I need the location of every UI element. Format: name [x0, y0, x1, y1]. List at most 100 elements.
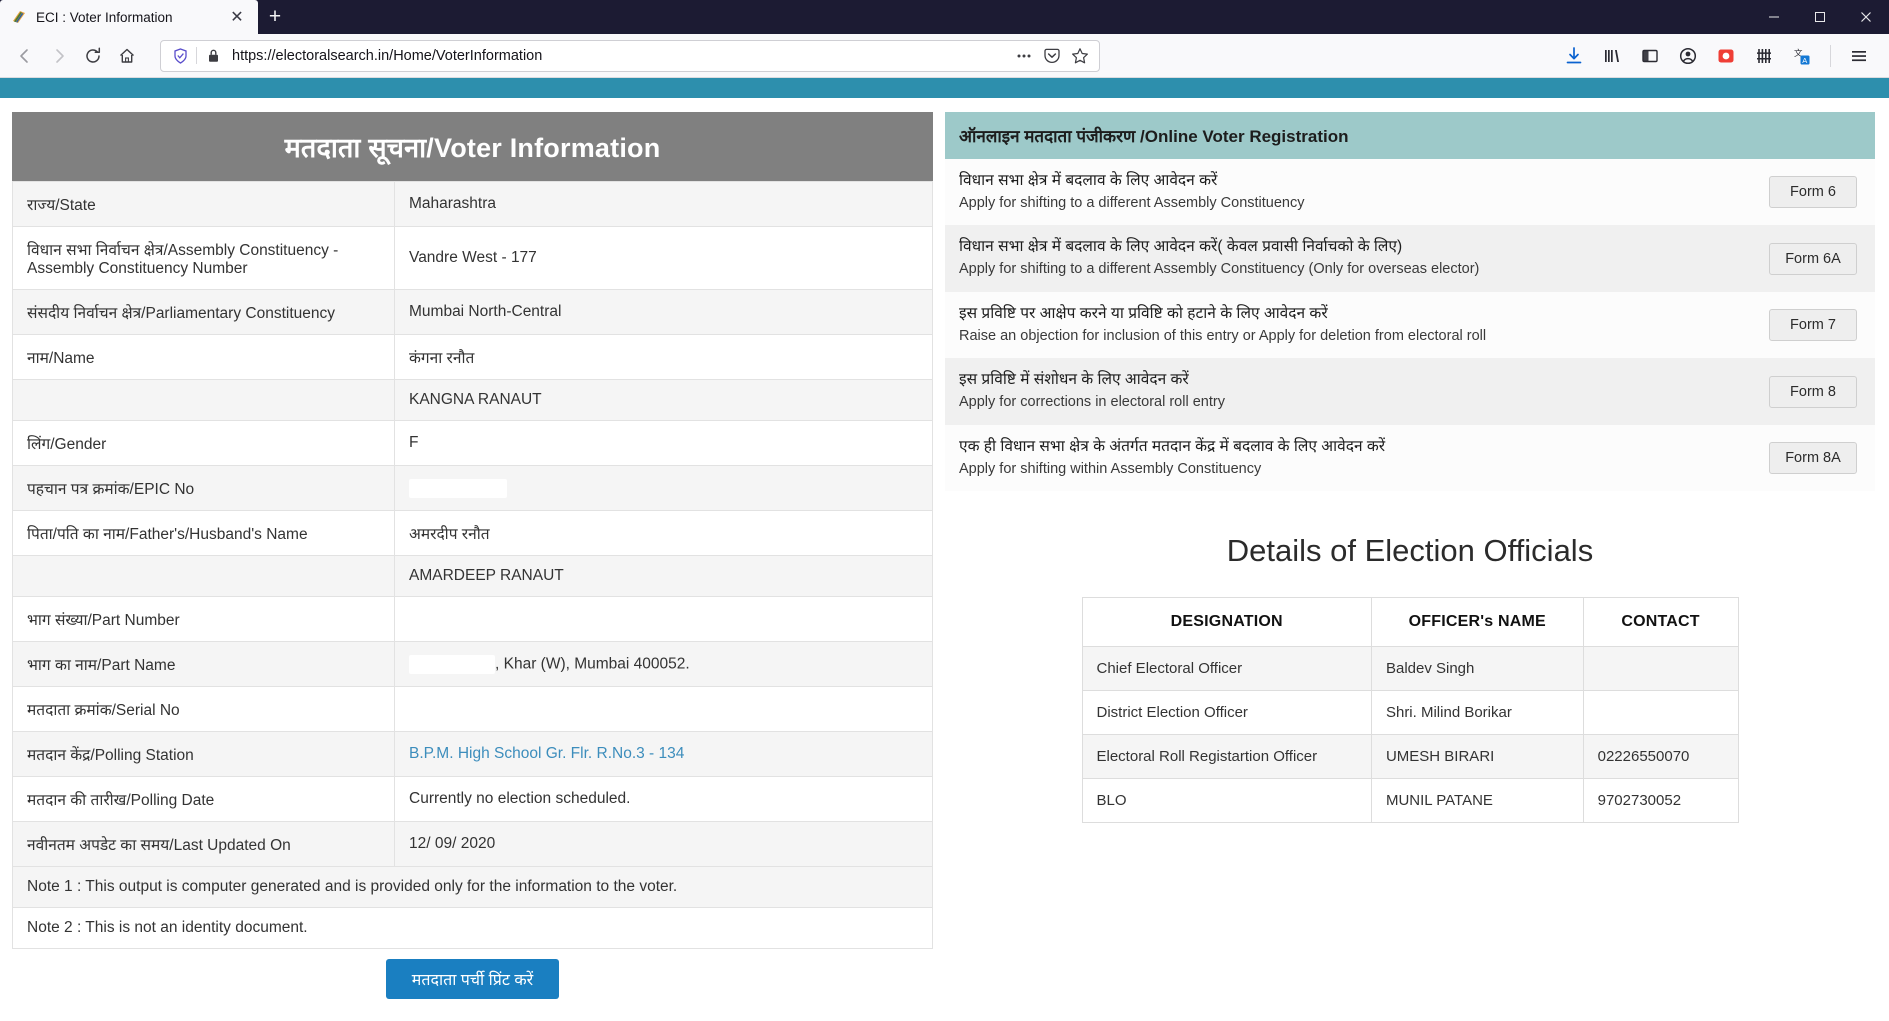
page-content: मतदाता सूचना/Voter Information राज्य/Sta…	[0, 78, 1889, 1021]
form-description-english: Apply for shifting within Assembly Const…	[959, 460, 1753, 480]
download-icon[interactable]	[1558, 40, 1590, 72]
reload-icon[interactable]	[76, 39, 110, 73]
home-icon[interactable]	[110, 39, 144, 73]
officials-cell-designation: Chief Electoral Officer	[1082, 647, 1371, 691]
voter-info-row: लिंग/Gender F	[13, 421, 933, 466]
minimize-icon[interactable]	[1751, 0, 1797, 34]
voter-info-row: मतदाता क्रमांक/Serial No	[13, 687, 933, 732]
voter-info-row: पिता/पति का नाम/Father's/Husband's Nameअ…	[13, 511, 933, 556]
voter-info-value: Currently no election scheduled.	[395, 777, 933, 822]
maximize-icon[interactable]	[1797, 0, 1843, 34]
voter-info-row: मतदान केंद्र/Polling StationB.P.M. High …	[13, 732, 933, 777]
form-button[interactable]: Form 7	[1769, 309, 1857, 341]
voter-info-value-text: KANGNA RANAUT	[409, 391, 542, 408]
voter-info-label: लिंग/Gender	[13, 421, 395, 466]
form-description-hindi: इस प्रविष्टि पर आक्षेप करने या प्रविष्टि…	[959, 304, 1753, 325]
plus-icon[interactable]: +	[258, 0, 292, 34]
registration-form-row: विधान सभा क्षेत्र में बदलाव के लिए आवेदन…	[945, 159, 1875, 225]
officials-table-container: DESIGNATION OFFICER's NAME CONTACT Chief…	[945, 597, 1875, 823]
voter-info-label: भाग का नाम/Part Name	[13, 642, 395, 687]
voter-info-value: , Khar (W), Mumbai 400052.	[395, 642, 933, 687]
election-officials-table: DESIGNATION OFFICER's NAME CONTACT Chief…	[1082, 597, 1739, 823]
star-icon[interactable]	[1067, 43, 1093, 69]
voter-info-row: KANGNA RANAUT	[13, 380, 933, 421]
voter-info-value-text: , Khar (W), Mumbai 400052.	[495, 655, 690, 672]
officials-cell-designation: District Election Officer	[1082, 691, 1371, 735]
officials-cell-contact	[1583, 647, 1738, 691]
form-description-english: Raise an objection for inclusion of this…	[959, 327, 1753, 347]
officials-table-row: District Election OfficerShri. Milind Bo…	[1082, 691, 1738, 735]
registration-form-row: एक ही विधान सभा क्षेत्र के अंतर्गत मतदान…	[945, 425, 1875, 491]
voter-info-row: भाग संख्या/Part Number	[13, 597, 933, 642]
tab-title: ECI : Voter Information	[36, 10, 226, 25]
voter-info-value-text: 12/ 09/ 2020	[409, 835, 495, 852]
polling-station-link[interactable]: B.P.M. High School Gr. Flr. R.No.3 - 134	[409, 745, 684, 762]
voter-information-table: राज्य/StateMaharashtraविधान सभा निर्वाचन…	[12, 181, 933, 949]
form-button[interactable]: Form 8	[1769, 376, 1857, 408]
form-description: इस प्रविष्टि पर आक्षेप करने या प्रविष्टि…	[959, 304, 1769, 346]
voter-info-label: राज्य/State	[13, 182, 395, 227]
officials-table-row: Chief Electoral OfficerBaldev Singh	[1082, 647, 1738, 691]
url-bar[interactable]: https://electoralsearch.in/Home/VoterInf…	[160, 40, 1100, 72]
online-registration-panel: ऑनलाइन मतदाता पंजीकरण /Online Voter Regi…	[945, 98, 1889, 999]
voter-info-value[interactable]: B.P.M. High School Gr. Flr. R.No.3 - 134	[395, 732, 933, 777]
voter-info-value-text: Vandre West - 177	[409, 249, 537, 266]
account-icon[interactable]	[1672, 40, 1704, 72]
close-icon[interactable]: ✕	[226, 6, 248, 28]
print-voter-slip-button[interactable]: मतदाता पर्ची प्रिंट करें	[386, 959, 559, 999]
voter-info-value: F	[395, 421, 933, 466]
library-icon[interactable]	[1596, 40, 1628, 72]
voter-info-value: Vandre West - 177	[395, 227, 933, 290]
padlock-icon[interactable]	[200, 43, 226, 69]
redacted-value	[409, 479, 507, 498]
browser-tab[interactable]: ECI : Voter Information ✕	[0, 0, 258, 34]
registration-form-row: इस प्रविष्टि पर आक्षेप करने या प्रविष्टि…	[945, 292, 1875, 358]
pocket-icon[interactable]	[1039, 43, 1065, 69]
voter-info-label: संसदीय निर्वाचन क्षेत्र/Parliamentary Co…	[13, 290, 395, 335]
ellipsis-icon[interactable]	[1011, 43, 1037, 69]
voter-info-value-text: F	[409, 434, 418, 451]
translate-icon[interactable]: 文A	[1786, 40, 1818, 72]
registration-form-row: इस प्रविष्टि में संशोधन के लिए आवेदन करे…	[945, 358, 1875, 424]
url-text[interactable]: https://electoralsearch.in/Home/VoterInf…	[226, 48, 1011, 64]
officials-table-row: BLOMUNIL PATANE9702730052	[1082, 779, 1738, 823]
form-button[interactable]: Form 6	[1769, 176, 1857, 208]
hamburger-menu-icon[interactable]	[1843, 40, 1875, 72]
sidebar-icon[interactable]	[1634, 40, 1666, 72]
form-button[interactable]: Form 6A	[1769, 243, 1857, 275]
form-description-english: Apply for shifting to a different Assemb…	[959, 260, 1753, 280]
back-arrow-icon[interactable]	[8, 39, 42, 73]
officials-cell-name: MUNIL PATANE	[1371, 779, 1583, 823]
voter-information-panel: मतदाता सूचना/Voter Information राज्य/Sta…	[0, 98, 945, 999]
officials-title: Details of Election Officials	[945, 533, 1875, 569]
form-description: विधान सभा क्षेत्र में बदलाव के लिए आवेदन…	[959, 237, 1769, 279]
forward-arrow-icon[interactable]	[42, 39, 76, 73]
note-row: Note 2 : This is not an identity documen…	[13, 908, 933, 949]
voter-info-value	[395, 597, 933, 642]
redacted-value	[409, 610, 455, 629]
print-button-container: मतदाता पर्ची प्रिंट करें	[12, 949, 933, 999]
voter-info-value-text: Currently no election scheduled.	[409, 790, 630, 807]
voter-info-row: पहचान पत्र क्रमांक/EPIC No	[13, 466, 933, 511]
voter-info-value-text: AMARDEEP RANAUT	[409, 567, 564, 584]
note-row: Note 1 : This output is computer generat…	[13, 867, 933, 908]
voter-info-value: Maharashtra	[395, 182, 933, 227]
voter-info-row: नाम/Nameकंगना रनौत	[13, 335, 933, 380]
shield-icon[interactable]	[167, 43, 193, 69]
form-button[interactable]: Form 8A	[1769, 442, 1857, 474]
toolbar-divider	[1830, 45, 1831, 67]
voter-info-label: पिता/पति का नाम/Father's/Husband's Name	[13, 511, 395, 556]
voter-info-value: 12/ 09/ 2020	[395, 822, 933, 867]
voter-info-label: विधान सभा निर्वाचन क्षेत्र/Assembly Cons…	[13, 227, 395, 290]
browser-tab-bar: ECI : Voter Information ✕ +	[0, 0, 1889, 34]
grid-icon[interactable]	[1748, 40, 1780, 72]
screenshot-icon[interactable]	[1710, 40, 1742, 72]
browser-toolbar-icons: 文A	[1558, 40, 1881, 72]
content-columns: मतदाता सूचना/Voter Information राज्य/Sta…	[0, 98, 1889, 999]
voter-info-row: मतदान की तारीख/Polling DateCurrently no …	[13, 777, 933, 822]
voter-info-label: मतदाता क्रमांक/Serial No	[13, 687, 395, 732]
url-divider	[196, 47, 197, 64]
voter-info-label: नाम/Name	[13, 335, 395, 380]
window-close-icon[interactable]	[1843, 0, 1889, 34]
redacted-value	[409, 655, 495, 674]
